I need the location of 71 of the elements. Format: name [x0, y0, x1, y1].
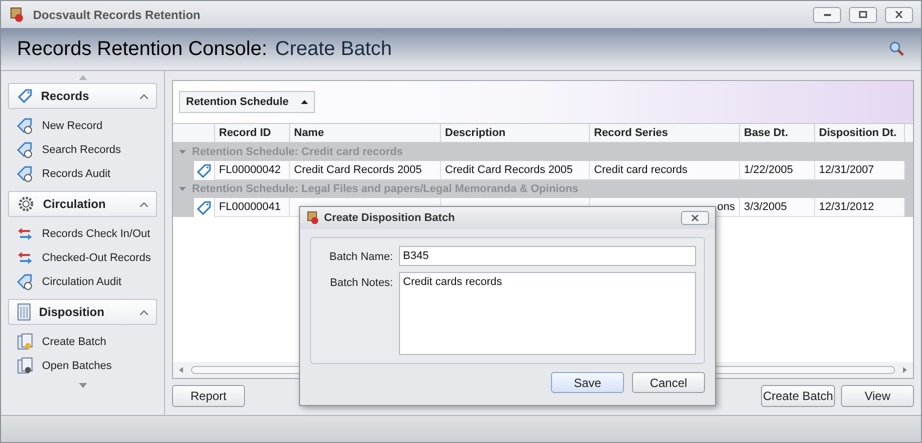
minimize-icon: [824, 14, 830, 16]
table-cell: FL00000042: [215, 161, 290, 180]
console-title: Records Retention Console:: [17, 37, 268, 62]
group-by-dropdown[interactable]: Retention Schedule: [179, 91, 315, 113]
caret-icon: [300, 100, 308, 104]
report-button[interactable]: Report: [172, 385, 245, 407]
scroll-right-icon: [903, 367, 907, 373]
maximize-button[interactable]: [849, 6, 877, 22]
batch-notes-field[interactable]: Credit cards records: [399, 272, 696, 355]
page-title: Create Batch: [275, 37, 392, 62]
column-header[interactable]: Name: [290, 124, 441, 142]
column-header[interactable]: Disposition Dt.: [815, 124, 905, 142]
close-button[interactable]: [681, 211, 709, 225]
sidebar-item[interactable]: Circulation Audit: [16, 273, 157, 291]
dialog-title: Create Disposition Batch: [324, 210, 455, 226]
sidebar-item[interactable]: Search Records: [16, 141, 157, 159]
minimize-button[interactable]: [813, 6, 841, 22]
sidebar-item[interactable]: Checked-Out Records: [16, 249, 157, 267]
tag-icon: [17, 88, 33, 104]
maximize-icon: [859, 11, 867, 18]
documents-icon: [16, 333, 34, 351]
table-cell: 1/22/2005: [740, 161, 815, 180]
table-cell: 12/31/2007: [815, 161, 905, 180]
view-button[interactable]: View: [841, 385, 914, 407]
table-cell: Credit Card Records 2005: [441, 161, 590, 180]
section-header[interactable]: Records: [8, 83, 157, 109]
close-button[interactable]: [885, 6, 913, 22]
column-header[interactable]: Base Dt.: [740, 124, 815, 142]
documents-icon: [16, 357, 34, 375]
tag-clock-icon: [16, 117, 34, 135]
field-label: Batch Notes:: [329, 276, 393, 291]
batch-name-field[interactable]: B345: [399, 246, 696, 266]
scroll-down-icon[interactable]: [78, 383, 86, 388]
cancel-button[interactable]: Cancel: [632, 372, 705, 393]
field-label: Batch Name:: [328, 250, 393, 265]
create-batch-button[interactable]: Create Batch: [761, 385, 835, 407]
gear-icon: [17, 195, 35, 213]
app-icon: [9, 6, 25, 22]
arrows-icon: [16, 226, 34, 242]
close-icon: [691, 215, 699, 221]
save-button[interactable]: Save: [551, 372, 624, 393]
section-header[interactable]: Circulation: [8, 191, 157, 217]
document-icon: [17, 303, 31, 321]
sidebar-item[interactable]: Records Audit: [16, 165, 157, 183]
section-header[interactable]: Disposition: [8, 299, 157, 325]
table-cell: Credit card records: [590, 161, 740, 180]
column-header[interactable]: Record Series: [590, 124, 740, 142]
collapse-icon: [140, 202, 148, 206]
tag-clock-icon: [16, 273, 34, 291]
tag-clock-icon: [16, 141, 34, 159]
collapse-icon: [140, 94, 148, 98]
sidebar-item[interactable]: Create Batch: [16, 333, 157, 351]
sidebar-item[interactable]: New Record: [16, 117, 157, 135]
arrows-icon: [16, 250, 34, 266]
close-icon: [895, 11, 903, 18]
column-header[interactable]: Description: [441, 124, 590, 142]
table-cell: 12/31/2012: [815, 198, 905, 217]
table-cell: FL00000041: [215, 198, 290, 217]
sidebar-item[interactable]: Records Check In/Out: [16, 225, 157, 243]
tag-clock-icon: [16, 165, 34, 183]
app-icon: [306, 211, 320, 225]
sidebar-item[interactable]: Open Batches: [16, 357, 157, 375]
tag-icon: [196, 200, 212, 216]
window-title: Docsvault Records Retention: [33, 6, 200, 24]
collapse-icon: [140, 310, 148, 314]
scroll-left-icon: [179, 367, 183, 373]
table-cell: 3/3/2005: [740, 198, 815, 217]
tag-icon: [196, 162, 212, 178]
column-header[interactable]: Record ID: [215, 124, 290, 142]
table-cell: Credit Card Records 2005: [290, 161, 441, 180]
search-icon[interactable]: [889, 41, 905, 57]
